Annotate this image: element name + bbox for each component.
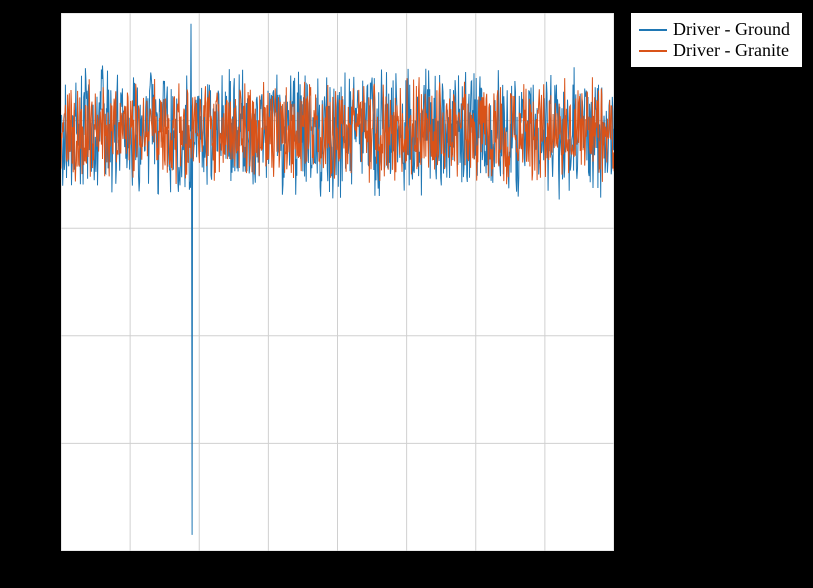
legend-swatch-icon xyxy=(639,50,667,52)
legend-swatch-icon xyxy=(639,29,667,31)
legend-item: Driver - Granite xyxy=(639,40,790,61)
plot-area xyxy=(60,12,615,552)
legend-item: Driver - Ground xyxy=(639,19,790,40)
legend: Driver - Ground Driver - Granite xyxy=(630,12,803,68)
plot-canvas xyxy=(61,13,614,551)
legend-label: Driver - Ground xyxy=(673,19,790,40)
chart-figure: Driver - Ground Driver - Granite xyxy=(0,0,813,588)
legend-label: Driver - Granite xyxy=(673,40,789,61)
